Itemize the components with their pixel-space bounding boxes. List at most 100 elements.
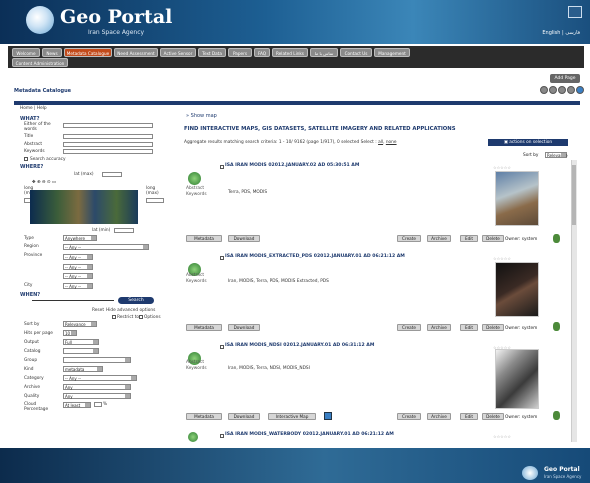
metadata-button[interactable]: Metadata — [186, 324, 222, 331]
select-all-link[interactable]: all — [378, 140, 383, 145]
category-select[interactable]: -- Any -- — [63, 375, 137, 381]
nav-welcome[interactable]: Welcome — [12, 48, 40, 57]
map-link-icon[interactable] — [324, 412, 332, 420]
record-thumbnail[interactable] — [495, 349, 539, 409]
anyfields-input[interactable] — [63, 123, 153, 128]
record-title[interactable]: ISA IRAN MODIS_NDSI 02012.JANUARY.01 AD … — [225, 343, 374, 348]
province-label: Province — [24, 253, 43, 258]
nav-metadata-catalogue[interactable]: Metadata Catalogue — [64, 48, 112, 57]
search-accuracy-checkbox[interactable] — [24, 157, 28, 161]
archive-select[interactable]: Any — [63, 384, 131, 390]
download-button[interactable]: Download — [228, 235, 260, 242]
main-nav: Welcome News Metadata Catalogue Need Ass… — [8, 46, 584, 68]
nav-papers[interactable]: Papers — [228, 48, 252, 57]
close-icon[interactable] — [567, 86, 575, 94]
rating-stars[interactable]: ☆☆☆☆☆ — [493, 256, 511, 261]
edit-button[interactable]: Edit — [460, 324, 478, 331]
user-icon — [553, 234, 560, 243]
abstract-input[interactable] — [63, 142, 153, 147]
sort-select[interactable]: Relevance — [63, 321, 97, 327]
type-select[interactable]: Anywhere — [63, 235, 97, 241]
rating-stars[interactable]: ☆☆☆☆☆ — [493, 434, 511, 439]
record-title[interactable]: ISA IRAN MODIS_WATERBODY 02012.JANUARY.0… — [225, 432, 394, 437]
archive-button[interactable]: Archive — [427, 413, 451, 420]
cloud-select[interactable]: At least — [63, 402, 91, 408]
long-max-input[interactable] — [146, 198, 164, 203]
record-checkbox[interactable] — [220, 434, 224, 438]
quality-label: Quality — [24, 394, 40, 399]
nav-contact-fa[interactable]: تماس با ما — [310, 48, 338, 57]
group-select[interactable] — [63, 357, 131, 363]
nav-related-links[interactable]: Related Links — [272, 48, 308, 57]
download-button[interactable]: Download — [228, 324, 260, 331]
hide-advanced-link[interactable]: Hide advanced options — [106, 308, 155, 313]
metadata-button[interactable]: Metadata — [186, 235, 222, 242]
catalog-select[interactable] — [63, 348, 99, 354]
sortby-select[interactable]: Relevance — [545, 152, 568, 158]
interactive-map-button[interactable]: Interactive Map — [268, 413, 316, 420]
location-map[interactable] — [30, 190, 138, 224]
delete-button[interactable]: Delete — [482, 413, 504, 420]
keywords-input[interactable] — [63, 149, 153, 154]
nav-news[interactable]: News — [42, 48, 62, 57]
title-input[interactable] — [63, 134, 153, 139]
help-globe-icon[interactable] — [576, 86, 584, 94]
edit-button[interactable]: Edit — [460, 413, 478, 420]
record-thumbnail[interactable] — [495, 262, 539, 317]
delete-button[interactable]: Delete — [482, 235, 504, 242]
breadcrumb[interactable]: Home | Help — [20, 106, 47, 111]
create-button[interactable]: Create — [397, 235, 421, 242]
metadata-button[interactable]: Metadata — [186, 413, 222, 420]
region-select[interactable]: -- Any -- — [63, 244, 149, 250]
lat-min-input[interactable] — [114, 228, 134, 233]
view-icon[interactable] — [558, 86, 566, 94]
select-none-link[interactable]: none — [386, 140, 397, 145]
restrict-checkbox[interactable] — [112, 315, 116, 319]
record-checkbox[interactable] — [220, 256, 224, 260]
cloud-input[interactable] — [94, 402, 102, 407]
actions-on-selection-button[interactable]: ▣ actions on selection — [488, 139, 568, 146]
scrollbar-thumb[interactable] — [572, 165, 576, 225]
create-button[interactable]: Create — [397, 413, 421, 420]
nav-content-administration[interactable]: Content Administration — [12, 58, 68, 67]
rating-stars[interactable]: ☆☆☆☆☆ — [493, 165, 511, 170]
download-button[interactable]: Download — [228, 413, 260, 420]
record-title[interactable]: ISA IRAN MODIS_EXTRACTED_PDS 02012.JANUA… — [225, 254, 405, 259]
add-page-button[interactable]: Add Page — [550, 74, 580, 83]
province-select[interactable]: -- Any -- — [63, 254, 93, 260]
show-map-label: Show map — [190, 113, 217, 119]
record-title[interactable]: ISA IRAN MODIS 02012.JANUARY.02 AD 05:30… — [225, 163, 359, 168]
edit-button[interactable]: Edit — [460, 235, 478, 242]
record-checkbox[interactable] — [220, 345, 224, 349]
settings-icon[interactable] — [540, 86, 548, 94]
nav-text-data[interactable]: Text Data — [198, 48, 226, 57]
lat-max-input[interactable] — [102, 172, 122, 177]
search-button[interactable]: Search — [118, 297, 154, 304]
province-select-2[interactable]: -- Any -- — [63, 264, 93, 270]
output-select[interactable]: Full — [63, 339, 99, 345]
record-checkbox[interactable] — [220, 165, 224, 169]
nav-faq[interactable]: FAQ — [254, 48, 270, 57]
nav-active-sensor[interactable]: Active Sensor — [160, 48, 196, 57]
quality-select[interactable]: Any — [63, 393, 131, 399]
kind-select[interactable]: metadata — [63, 366, 103, 372]
nav-need-assessment[interactable]: Need Assessment — [114, 48, 158, 57]
language-switch[interactable]: English | فارسی — [542, 30, 580, 36]
reset-link[interactable]: Reset — [92, 308, 104, 313]
archive-button[interactable]: Archive — [427, 324, 451, 331]
nav-management[interactable]: Management — [374, 48, 410, 57]
corner-widget-icon[interactable] — [568, 6, 582, 18]
delete-button[interactable]: Delete — [482, 324, 504, 331]
show-map-link[interactable]: » Show map — [186, 113, 217, 119]
province-select-3[interactable]: -- Any -- — [63, 273, 93, 279]
nav-contact-us[interactable]: Contact Us — [340, 48, 372, 57]
map-tools[interactable]: ✥ ⊕ ⊖ ⊙ ▭ — [32, 180, 56, 185]
options-checkbox[interactable] — [139, 315, 143, 319]
archive-button[interactable]: Archive — [427, 235, 451, 242]
hits-select[interactable]: 10 — [63, 330, 77, 336]
cloud-label: Cloud Percentage — [24, 402, 49, 412]
record-thumbnail[interactable] — [495, 171, 539, 226]
edit-icon[interactable] — [549, 86, 557, 94]
city-select[interactable]: -- Any -- — [63, 283, 93, 289]
create-button[interactable]: Create — [397, 324, 421, 331]
